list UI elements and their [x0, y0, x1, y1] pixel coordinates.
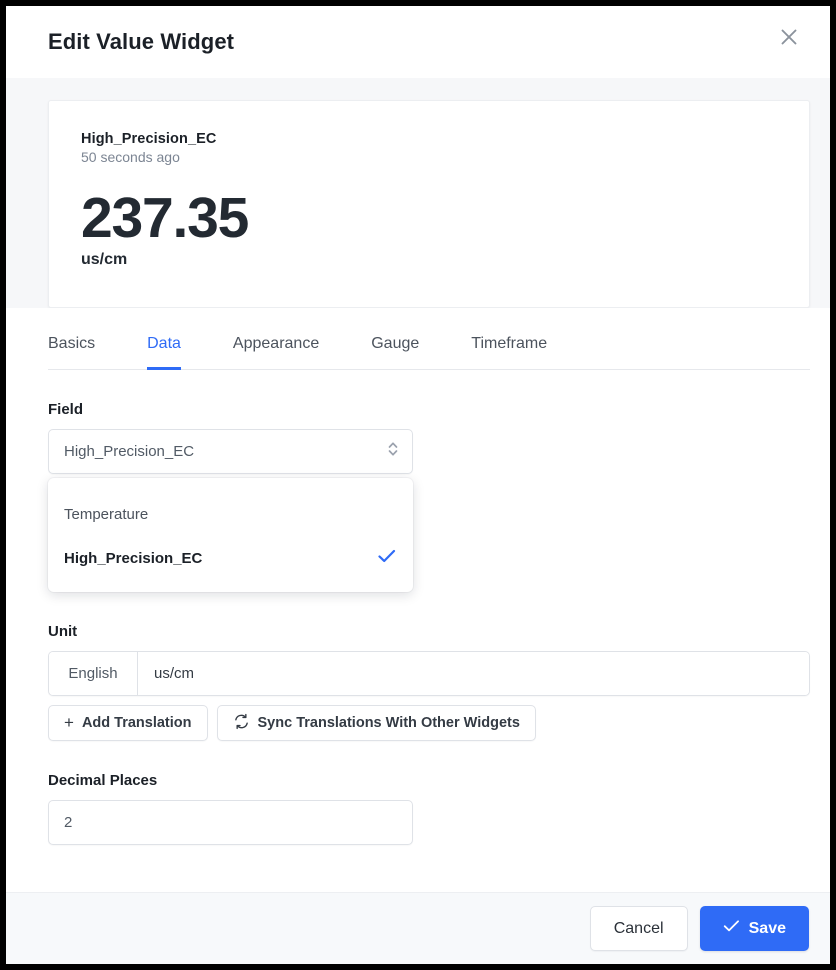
- modal-footer: Cancel Save: [6, 892, 830, 964]
- dropdown-option-high-precision-ec[interactable]: High_Precision_EC: [48, 536, 413, 580]
- close-icon: [778, 26, 800, 48]
- edit-value-widget-modal: Edit Value Widget High_Precision_EC 50 s…: [6, 6, 830, 964]
- check-icon: [377, 548, 397, 568]
- field-dropdown-menu: Temperature High_Precision_EC: [48, 478, 413, 592]
- cancel-button[interactable]: Cancel: [589, 906, 688, 951]
- dropdown-option-temperature[interactable]: Temperature: [48, 492, 413, 536]
- preview-value: 237.35: [81, 186, 249, 250]
- preview-timestamp: 50 seconds ago: [81, 149, 180, 165]
- unit-label: Unit: [48, 623, 78, 640]
- modal-body: Basics Data Appearance Gauge Timeframe F…: [6, 308, 830, 892]
- translation-button-row: + Add Translation Sync Translations With…: [48, 705, 810, 741]
- unit-language-label: English: [49, 652, 138, 695]
- sync-translations-label: Sync Translations With Other Widgets: [257, 715, 520, 731]
- chevron-up-down-icon: [386, 439, 400, 464]
- sync-translations-button[interactable]: Sync Translations With Other Widgets: [216, 705, 536, 741]
- decimal-places-input[interactable]: [48, 800, 413, 845]
- close-button[interactable]: [770, 18, 808, 56]
- field-label: Field: [48, 401, 84, 418]
- tab-bar: Basics Data Appearance Gauge Timeframe: [48, 308, 810, 370]
- check-icon: [723, 919, 740, 938]
- save-label: Save: [748, 919, 786, 937]
- preview-unit: us/cm: [81, 251, 128, 269]
- widget-preview-area: High_Precision_EC 50 seconds ago 237.35 …: [6, 78, 830, 308]
- tab-appearance[interactable]: Appearance: [233, 335, 319, 370]
- add-translation-button[interactable]: + Add Translation: [48, 705, 208, 741]
- add-translation-label: Add Translation: [81, 715, 192, 731]
- preview-field-name: High_Precision_EC: [81, 131, 217, 147]
- sync-icon: [233, 713, 250, 734]
- unit-field-group: English: [48, 651, 810, 696]
- page-title: Edit Value Widget: [48, 29, 235, 54]
- tab-gauge[interactable]: Gauge: [371, 335, 419, 370]
- tab-basics[interactable]: Basics: [48, 335, 95, 370]
- tab-timeframe[interactable]: Timeframe: [471, 335, 547, 370]
- decimal-places-label: Decimal Places: [48, 772, 158, 789]
- tab-data[interactable]: Data: [147, 335, 181, 370]
- field-select[interactable]: High_Precision_EC: [48, 429, 413, 474]
- save-button[interactable]: Save: [699, 906, 809, 951]
- unit-input[interactable]: [138, 652, 809, 695]
- dropdown-option-label: Temperature: [64, 505, 149, 523]
- modal-header: Edit Value Widget: [6, 6, 830, 78]
- value-widget-preview-card: High_Precision_EC 50 seconds ago 237.35 …: [48, 100, 810, 308]
- dropdown-option-label: High_Precision_EC: [64, 549, 203, 567]
- field-select-value: High_Precision_EC: [64, 443, 195, 460]
- plus-icon: +: [64, 712, 74, 732]
